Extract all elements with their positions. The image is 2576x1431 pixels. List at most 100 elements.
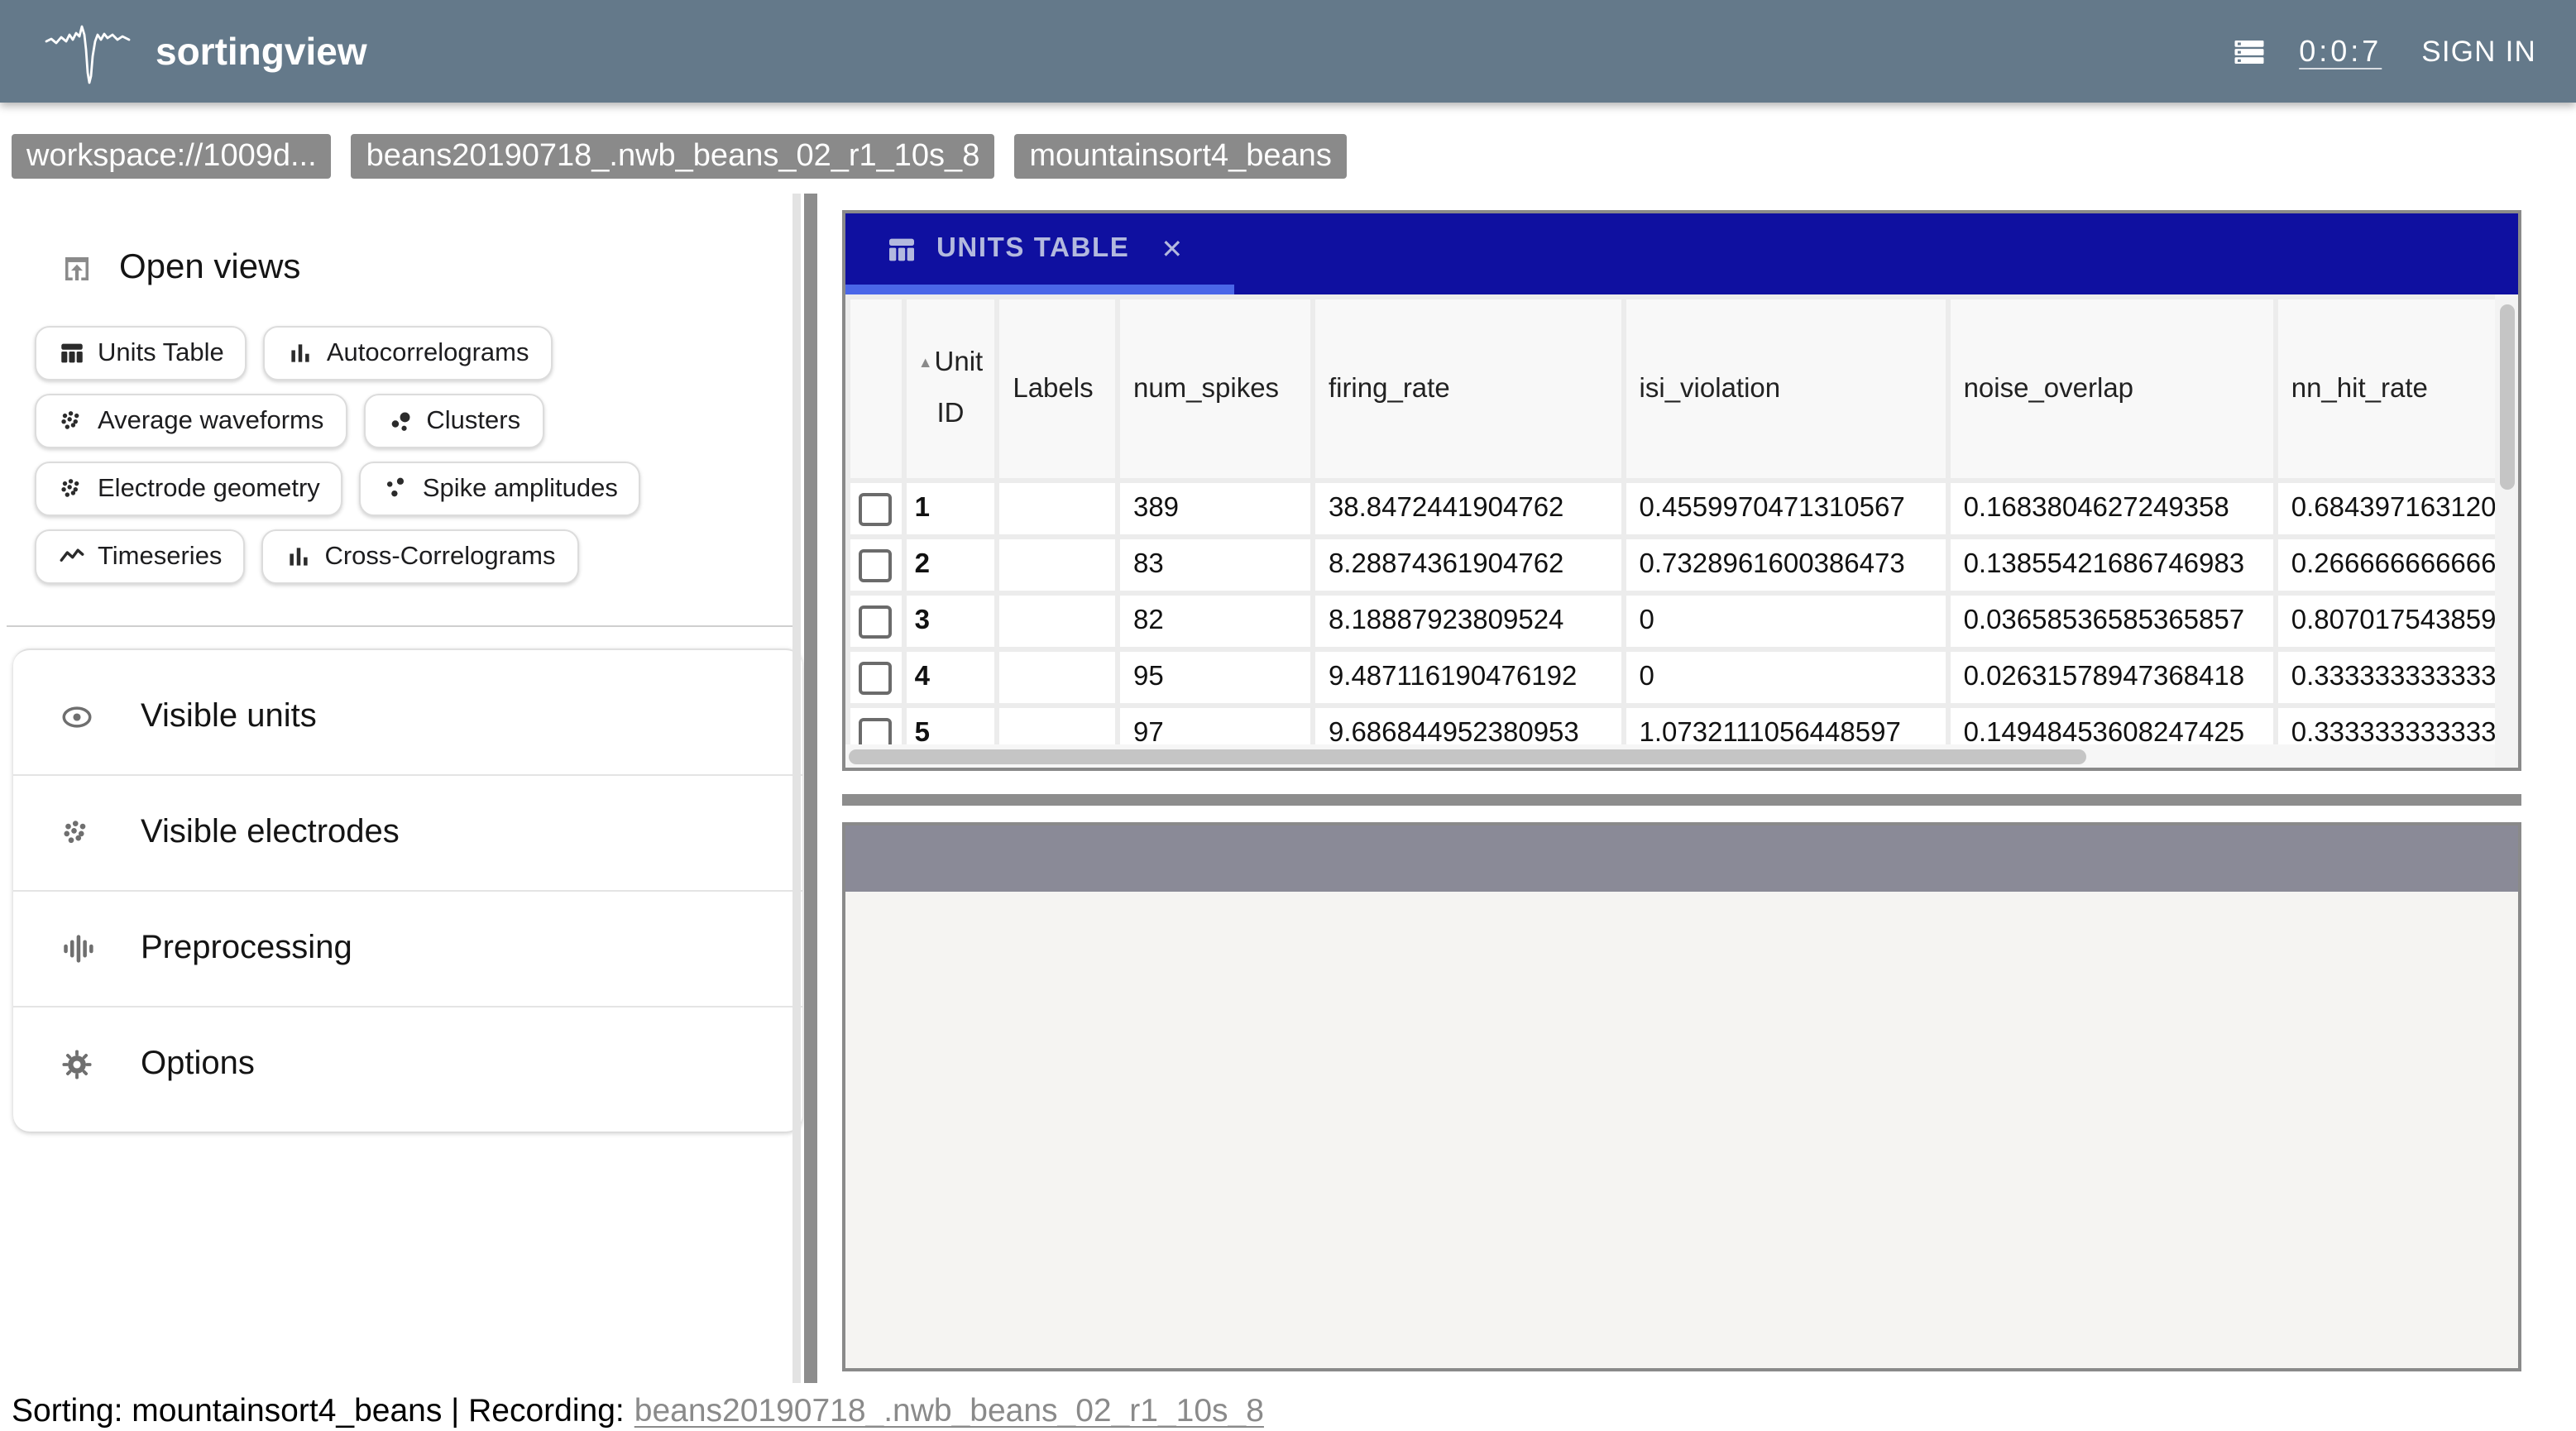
sidebar-section-visible-electrodes[interactable]: Visible electrodes xyxy=(13,776,802,890)
view-button-units-table[interactable]: Units Table xyxy=(35,326,247,380)
tab-indicator-row xyxy=(845,285,2518,294)
vertical-scrollbar-thumb[interactable] xyxy=(2499,304,2514,490)
cell-isi-violation: 0.4559970471310567 xyxy=(1626,483,1946,534)
usage-timer-link[interactable]: 0:0:7 xyxy=(2299,34,2382,69)
column-header-num-spikes[interactable]: num_spikes xyxy=(1120,299,1310,478)
view-button-label: Units Table xyxy=(98,338,224,368)
sort-ascending-icon: ▲ xyxy=(918,353,933,370)
cell-num-spikes: 83 xyxy=(1120,539,1310,591)
cell-nn-hit-rate: 0.6843971631205674 xyxy=(2278,483,2518,534)
cell-unit-id: 3 xyxy=(907,596,995,647)
view-button-spike-amplitudes[interactable]: Spike amplitudes xyxy=(360,462,641,516)
view-button-average-waveforms[interactable]: Average waveforms xyxy=(35,394,347,448)
open-in-browser-icon xyxy=(60,251,94,285)
table-icon xyxy=(885,232,918,266)
cell-labels xyxy=(999,596,1115,647)
view-button-label: Average waveforms xyxy=(98,406,323,436)
units-table-title: UNITS TABLE xyxy=(936,233,1129,265)
unit-row: 138938.84724419047620.45599704713105670.… xyxy=(850,483,2518,534)
column-header-unit-id[interactable]: ▲UnitID xyxy=(907,299,995,478)
storage-icon[interactable] xyxy=(2231,34,2266,69)
unit-row: 3828.1888792380952400.036585365853658570… xyxy=(850,596,2518,647)
column-header-firing-rate[interactable]: firing_rate xyxy=(1315,299,1621,478)
breadcrumb-recording[interactable]: beans20190718_.nwb_beans_02_r1_10s_8 xyxy=(352,134,995,179)
cell-isi-violation: 0.7328961600386473 xyxy=(1626,539,1946,591)
view-button-label: Timeseries xyxy=(98,542,222,572)
view-button-label: Spike amplitudes xyxy=(423,474,618,504)
gear-icon xyxy=(60,1047,94,1082)
cell-unit-id: 4 xyxy=(907,652,995,703)
cell-nn-hit-rate: 0.3333333333333333 xyxy=(2278,652,2518,703)
cell-firing-rate: 8.28874361904762 xyxy=(1315,539,1621,591)
cell-isi-violation: 0 xyxy=(1626,596,1946,647)
sidebar-section-label: Visible electrodes xyxy=(141,814,400,852)
cell-firing-rate: 38.8472441904762 xyxy=(1315,483,1621,534)
close-icon[interactable]: ✕ xyxy=(1154,232,1190,266)
eye-icon xyxy=(60,700,94,735)
bottom-empty-panel xyxy=(842,822,2521,1371)
top-app-bar: sortingview 0:0:7 SIGN IN xyxy=(0,0,2576,103)
unit-checkbox[interactable] xyxy=(859,661,893,694)
cell-nn-hit-rate: 0.8070175438596491 xyxy=(2278,596,2518,647)
select-column-header xyxy=(850,299,902,478)
cell-num-spikes: 95 xyxy=(1120,652,1310,703)
cell-isi-violation: 0 xyxy=(1626,652,1946,703)
bottom-panel-header-band xyxy=(845,826,2518,892)
column-header-isi-violation[interactable]: isi_violation xyxy=(1626,299,1946,478)
view-button-clusters[interactable]: Clusters xyxy=(363,394,543,448)
open-views-title: Open views xyxy=(119,248,300,288)
view-button-autocorrelograms[interactable]: Autocorrelograms xyxy=(264,326,553,380)
bubble-chart-icon xyxy=(386,407,414,435)
breadcrumb-sorting[interactable]: mountainsort4_beans xyxy=(1014,134,1347,179)
view-button-cross-correlograms[interactable]: Cross-Correlograms xyxy=(261,529,578,584)
units-table-panel: UNITS TABLE ✕ ▲UnitIDLabelsnum_spikesfir… xyxy=(842,210,2521,771)
vertical-scrollbar xyxy=(2495,294,2518,768)
horizontal-scrollbar-thumb[interactable] xyxy=(849,749,2086,763)
column-header-noise-overlap[interactable]: noise_overlap xyxy=(1951,299,2273,478)
view-button-label: Clusters xyxy=(426,406,520,436)
cell-nn-hit-rate: 0.26666666666666666 xyxy=(2278,539,2518,591)
unit-checkbox[interactable] xyxy=(859,492,893,525)
active-tab-indicator xyxy=(845,285,1234,294)
cell-noise-overlap: 0.13855421686746983 xyxy=(1951,539,2273,591)
cell-num-spikes: 389 xyxy=(1120,483,1310,534)
cell-noise-overlap: 0.03658536585365857 xyxy=(1951,596,2273,647)
view-button-label: Autocorrelograms xyxy=(327,338,529,368)
breadcrumb: workspace://1009d... beans20190718_.nwb_… xyxy=(12,134,1347,179)
scatter-plot-icon xyxy=(383,475,411,503)
column-header-nn-hit-rate[interactable]: nn_hit_rate xyxy=(2278,299,2518,478)
unit-checkbox[interactable] xyxy=(859,605,893,638)
topbar-actions: 0:0:7 SIGN IN xyxy=(2231,0,2543,103)
column-header-labels[interactable]: Labels xyxy=(999,299,1115,478)
units-table: ▲UnitIDLabelsnum_spikesfiring_rateisi_vi… xyxy=(845,294,2518,764)
unit-checkbox[interactable] xyxy=(859,548,893,581)
breadcrumb-workspace[interactable]: workspace://1009d... xyxy=(12,134,332,179)
view-buttons: Units Table Autocorrelograms Average wavef… xyxy=(35,326,776,584)
unit-checkbox-cell xyxy=(850,539,902,591)
grain-icon xyxy=(58,407,86,435)
table-icon xyxy=(58,339,86,367)
vertical-splitter[interactable] xyxy=(792,194,817,1383)
view-button-electrode-geometry[interactable]: Electrode geometry xyxy=(35,462,343,516)
open-views-header: Open views xyxy=(60,248,300,288)
status-text: Sorting: mountainsort4_beans | Recording… xyxy=(12,1393,625,1429)
app-title: sortingview xyxy=(156,29,367,74)
sidebar-section-preprocessing[interactable]: Preprocessing xyxy=(13,892,802,1006)
cell-unit-id: 2 xyxy=(907,539,995,591)
bar-chart-icon xyxy=(287,339,315,367)
view-button-timeseries[interactable]: Timeseries xyxy=(35,529,245,584)
cell-firing-rate: 9.487116190476192 xyxy=(1315,652,1621,703)
recording-link[interactable]: beans20190718_.nwb_beans_02_r1_10s_8 xyxy=(634,1393,1264,1429)
graphic-eq-icon xyxy=(60,931,94,966)
unit-checkbox-cell xyxy=(850,483,902,534)
units-table-header-row: ▲UnitIDLabelsnum_spikesfiring_rateisi_vi… xyxy=(850,299,2518,478)
view-button-label: Cross-Correlograms xyxy=(324,542,555,572)
sidebar-section-visible-units[interactable]: Visible units xyxy=(13,660,802,774)
horizontal-splitter[interactable] xyxy=(842,794,2521,806)
sidebar-section-options[interactable]: Options xyxy=(13,1007,802,1122)
cell-noise-overlap: 0.1683804627249358 xyxy=(1951,483,2273,534)
sign-in-button[interactable]: SIGN IN xyxy=(2415,24,2543,79)
cell-noise-overlap: 0.02631578947368418 xyxy=(1951,652,2273,703)
status-bar: Sorting: mountainsort4_beans | Recording… xyxy=(12,1393,1264,1431)
units-table-titlebar: UNITS TABLE ✕ xyxy=(845,213,2518,285)
